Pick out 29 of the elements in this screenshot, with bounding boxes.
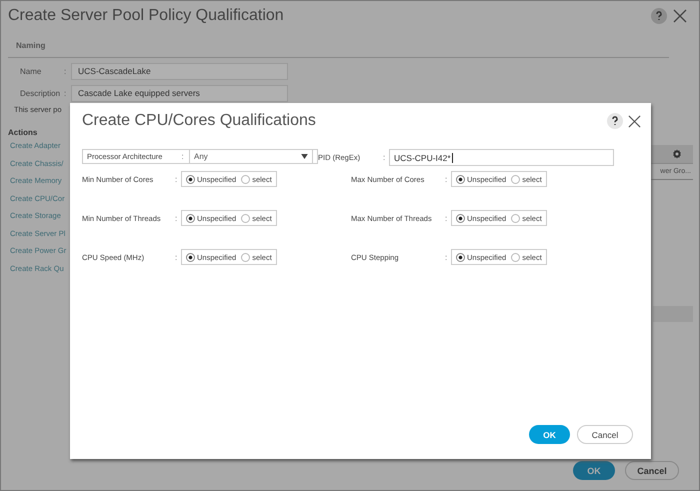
input-field[interactable]: Cascade Lake equipped servers [71,85,288,102]
section-heading: Actions [8,128,38,137]
help-icon[interactable] [607,113,623,129]
separator: : [445,214,448,222]
window-title: Create Server Pool Policy Qualification [8,7,285,25]
input-field[interactable]: UCS-CPU-I42* [389,149,614,166]
separator: : [175,214,178,222]
field-label: Description [20,89,62,98]
separator: : [175,174,178,184]
dropdown[interactable]: Any [189,149,313,164]
dialog-button[interactable]: Cancel [577,425,633,444]
caret-icon [301,154,308,159]
input-field[interactable]: UCS-CascadeLake [71,63,288,80]
separator: : [64,89,68,98]
separator: : [445,252,448,262]
close-icon[interactable] [628,114,641,128]
separator: : [182,152,185,161]
separator: : [445,174,448,184]
dialog-button[interactable]: Cancel [625,461,679,480]
close-icon[interactable] [673,9,687,23]
dialog-title: Create CPU/Cores Qualifications [82,112,317,130]
separator: : [64,67,68,76]
separator: : [175,252,178,262]
field-label: Name [20,67,42,76]
help-icon[interactable] [651,8,667,24]
settings-icon[interactable] [671,148,683,160]
separator: : [383,153,386,162]
section-heading: Naming [16,41,46,50]
table-row [653,306,693,322]
